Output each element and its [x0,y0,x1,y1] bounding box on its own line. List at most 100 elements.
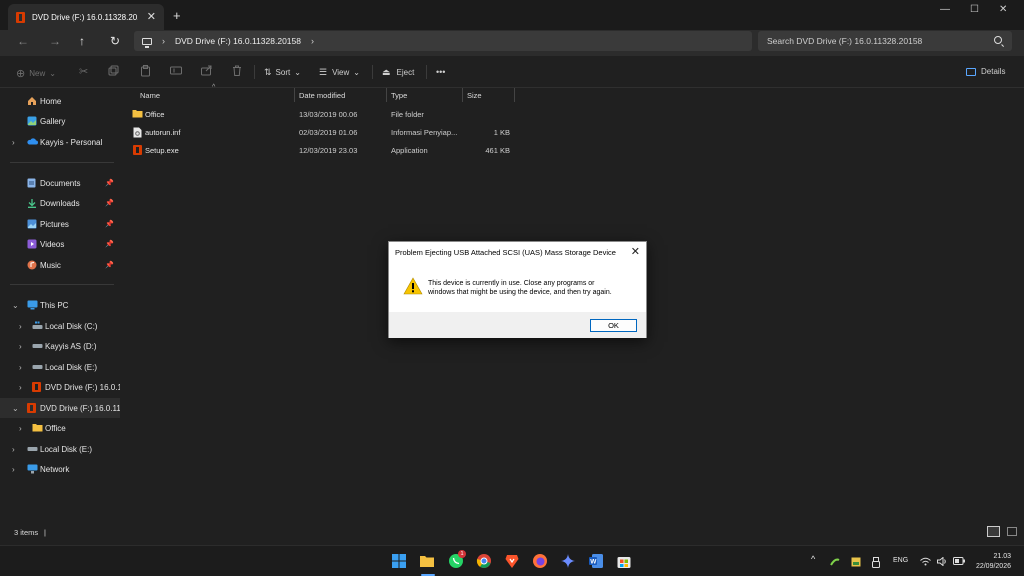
delete-icon[interactable] [232,65,242,76]
sidebar-item-downloads[interactable]: Downloads 📌 [0,193,120,213]
sidebar-item-home[interactable]: Home [0,91,120,111]
column-header-size[interactable]: Size [467,88,482,102]
pin-icon[interactable]: 📌 [105,199,114,207]
forward-icon[interactable]: → [49,34,61,48]
up-icon[interactable]: ↑ [79,34,85,48]
sidebar-item-local-disk-e-2[interactable]: › Local Disk (E:) [0,439,120,459]
sidebar-item-dvd-drive-expanded[interactable]: ⌄ DVD Drive (F:) 16.0.11328.20158 [0,398,120,418]
sidebar-item-label: Local Disk (E:) [45,362,98,372]
clock[interactable]: 21.03 22/09/2026 [976,552,1011,572]
sidebar-item-music[interactable]: Music 📌 [0,255,120,275]
sidebar-item-gallery[interactable]: Gallery [0,111,120,131]
pin-icon[interactable]: 📌 [105,261,114,269]
sidebar-item-local-disk-c[interactable]: › Local Disk (C:) [0,316,120,336]
dialog-close-icon[interactable]: ✕ [631,245,640,258]
volume-icon[interactable] [937,556,948,568]
file-row[interactable]: Setup.exe 12/03/2019 23.03 Application 4… [121,142,621,160]
battery-icon[interactable] [953,557,965,567]
sidebar-item-label: Downloads [40,198,80,208]
copy-icon[interactable] [108,65,119,76]
pictures-icon [27,219,37,229]
tray-app-icon[interactable] [830,557,840,569]
chevron-down-icon[interactable]: ⌄ [12,301,19,310]
sidebar-item-onedrive[interactable]: › Kayyis - Personal [0,132,120,152]
file-row[interactable]: Office 13/03/2019 00.06 File folder [121,106,621,124]
chevron-right-icon[interactable]: › [162,36,165,46]
rename-icon[interactable] [170,65,182,76]
file-size: 1 KB [493,128,510,137]
sidebar-item-kayyis-d[interactable]: › Kayyis AS (D:) [0,336,120,356]
more-options-button[interactable]: ••• [436,67,445,77]
refresh-icon[interactable]: ↻ [110,34,120,48]
start-icon[interactable] [391,553,407,569]
sidebar-item-pictures[interactable]: Pictures 📌 [0,214,120,234]
sidebar-item-dvd-drive[interactable]: › DVD Drive (F:) 16.0.11328.20158 [0,377,120,397]
gemini-icon[interactable] [560,553,576,569]
ok-button[interactable]: OK [590,319,637,332]
sidebar-item-label: Gallery [40,116,66,126]
sidebar-item-local-disk-e[interactable]: › Local Disk (E:) [0,357,120,377]
address-bar[interactable]: › DVD Drive (F:) 16.0.11328.20158 › [134,31,752,51]
chevron-right-icon[interactable]: › [19,383,22,392]
chevron-right-icon[interactable]: › [19,363,22,372]
sidebar-item-network[interactable]: › Network [0,459,120,479]
pin-icon[interactable]: 📌 [105,179,114,187]
eject-button[interactable]: ⏏ Eject [382,67,414,78]
toolbar-divider [254,65,255,79]
sort-button[interactable]: ⇅ Sort ⌄ [264,67,301,78]
new-tab-icon[interactable]: + [173,8,181,23]
search-input[interactable]: Search DVD Drive (F:) 16.0.11328.20158 [758,31,1012,51]
chevron-right-icon[interactable]: › [12,465,15,474]
tab-close-icon[interactable]: ✕ [147,10,156,23]
chevron-right-icon[interactable]: › [19,322,22,331]
minimize-icon[interactable]: — [940,4,950,15]
chevron-up-icon[interactable]: ^ [811,554,815,564]
view-button[interactable]: ☰ View ⌄ [319,67,360,78]
sidebar-item-office[interactable]: › Office [0,418,120,438]
toolbar-divider [426,65,427,79]
sidebar-item-videos[interactable]: Videos 📌 [0,234,120,254]
pin-icon[interactable]: 📌 [105,220,114,228]
new-button[interactable]: ⊕ New ⌄ [16,67,56,80]
chevron-right-icon[interactable]: › [311,36,314,46]
chevron-right-icon[interactable]: › [19,424,22,433]
view-icon: ☰ [319,67,328,77]
brave-icon[interactable] [504,553,520,569]
tab-dvd-drive[interactable]: DVD Drive (F:) 16.0.11328.20158 ✕ [8,4,164,30]
pin-icon[interactable]: 📌 [105,240,114,248]
language-indicator[interactable]: ENG [893,557,908,564]
details-button[interactable]: Details [966,67,1005,76]
details-view-toggle[interactable] [987,526,1000,537]
file-explorer-icon[interactable] [419,553,435,569]
file-row[interactable]: autorun.inf 02/03/2019 01.06 Informasi P… [121,124,621,142]
clock-date: 22/09/2026 [975,563,1011,570]
store-icon[interactable] [616,553,632,569]
column-header-date[interactable]: Date modified [299,88,345,102]
back-icon[interactable]: ← [17,34,29,48]
chevron-down-icon[interactable]: ⌄ [12,404,19,413]
sidebar-item-label: Kayyis AS (D:) [45,341,97,351]
maximize-icon[interactable]: ☐ [970,4,979,15]
word-icon[interactable]: W [588,553,604,569]
close-icon[interactable]: ✕ [999,4,1007,15]
column-separator[interactable] [294,88,295,102]
sidebar-item-this-pc[interactable]: ⌄ This PC [0,295,120,315]
tray-app-icon[interactable] [851,557,861,569]
sidebar-item-documents[interactable]: Documents 📌 [0,173,120,193]
column-header-name[interactable]: Name [140,88,160,102]
firefox-icon[interactable] [532,553,548,569]
column-separator[interactable] [386,88,387,102]
wifi-icon[interactable] [920,557,931,568]
column-separator[interactable] [514,88,515,102]
column-separator[interactable] [462,88,463,102]
paste-icon[interactable] [140,65,151,77]
column-header-type[interactable]: Type [391,88,407,102]
tiles-view-toggle[interactable] [1007,527,1017,536]
chevron-right-icon[interactable]: › [12,445,15,454]
usb-icon[interactable] [872,557,880,570]
chevron-right-icon[interactable]: › [19,342,22,351]
cut-icon[interactable]: ✂ [79,65,88,78]
chevron-right-icon[interactable]: › [12,138,15,147]
share-icon[interactable] [201,65,213,76]
chrome-icon[interactable] [476,553,492,569]
